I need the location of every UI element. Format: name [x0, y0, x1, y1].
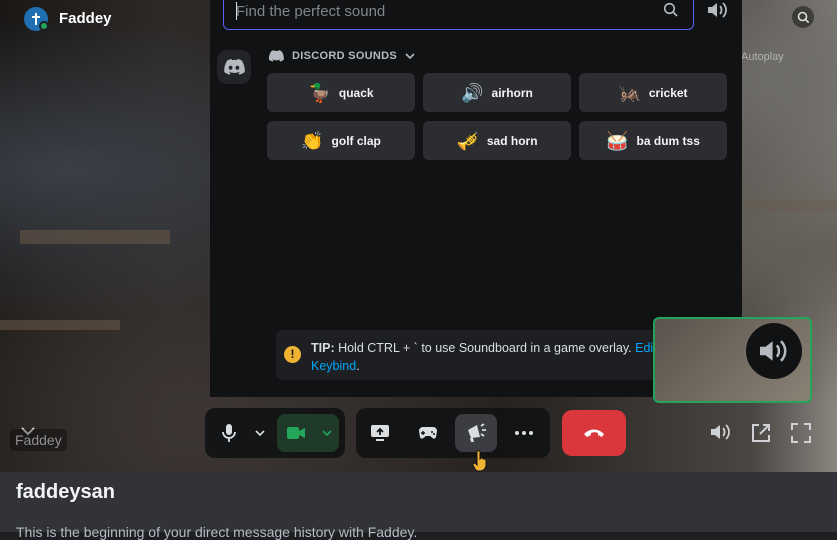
gamepad-icon [419, 427, 437, 439]
microphone-icon [222, 424, 236, 442]
speaker-icon [760, 340, 787, 362]
fullscreen-icon[interactable] [790, 422, 812, 444]
activities-button[interactable] [407, 414, 449, 452]
discord-logo-icon [224, 59, 245, 75]
tip-text: TIP: Hold CTRL + ` to use Soundboard in … [311, 339, 691, 375]
speaker-icon: 🔊 [461, 82, 484, 103]
sound-search-box[interactable] [223, 0, 694, 30]
rail-discord-sounds[interactable] [217, 50, 251, 84]
tip-prefix: TIP: [311, 341, 335, 355]
pop-out-icon[interactable] [750, 422, 772, 444]
sound-button-golf-clap[interactable]: 👏 golf clap [267, 121, 415, 160]
clapping-hands-icon: 👏 [301, 130, 324, 151]
chevron-down-icon [322, 430, 332, 437]
cricket-icon: 🦗 [618, 82, 641, 103]
sound-button-cricket[interactable]: 🦗 cricket [579, 73, 727, 112]
dm-username: faddeysan [16, 481, 115, 503]
speaker-icon[interactable] [706, 0, 730, 20]
activity-controls [356, 408, 550, 458]
audio-video-controls [205, 408, 345, 458]
bg-shelf [20, 230, 170, 244]
participant-tile[interactable] [653, 317, 812, 403]
search-icon[interactable] [792, 6, 814, 28]
microphone-button[interactable] [209, 414, 249, 452]
soundboard-rail [210, 40, 258, 397]
sound-button-ba-dum-tss[interactable]: 🥁 ba dum tss [579, 121, 727, 160]
sound-button-quack[interactable]: 🦆 quack [267, 73, 415, 112]
duck-icon: 🦆 [308, 82, 331, 103]
chevron-down-icon [255, 430, 265, 437]
hand-cursor-icon [472, 450, 487, 472]
warning-icon: ! [284, 346, 301, 363]
section-title: DISCORD SOUNDS [292, 50, 398, 62]
sound-button-airhorn[interactable]: 🔊 airhorn [423, 73, 571, 112]
dm-intro: This is the beginning of your direct mes… [16, 524, 418, 540]
screen-share-icon [371, 425, 389, 441]
drum-icon: 🥁 [606, 130, 629, 151]
sound-label: sad horn [486, 133, 538, 148]
tip-body: Hold CTRL + ` to use Soundboard in a gam… [334, 341, 636, 355]
discord-sounds-header[interactable]: DISCORD SOUNDS [268, 50, 415, 62]
camera-options-button[interactable] [315, 414, 339, 452]
trumpet-icon: 🎺 [456, 130, 479, 151]
speaker-icon[interactable] [709, 422, 733, 442]
sound-search-input[interactable] [236, 3, 656, 20]
speaking-avatar [746, 323, 802, 379]
soundboard-icon [468, 423, 486, 442]
chevron-down-icon [405, 53, 415, 60]
discord-logo-icon [268, 50, 284, 62]
disconnect-button[interactable] [562, 410, 626, 456]
bg-shelf [0, 320, 120, 330]
share-screen-button[interactable] [359, 414, 401, 452]
soundboard-button[interactable] [455, 414, 497, 452]
more-options-button[interactable] [503, 414, 545, 452]
channel-name: Faddey [59, 10, 112, 27]
sound-label: golf clap [331, 133, 381, 148]
sound-label: ba dum tss [636, 133, 700, 148]
tip-suffix: . [356, 359, 360, 373]
microphone-options-button[interactable] [249, 414, 271, 452]
user-name-tag: Faddey [10, 429, 67, 451]
video-camera-icon [287, 427, 305, 439]
sound-label: airhorn [491, 85, 533, 100]
sound-label: quack [338, 85, 374, 100]
bg-shelf [745, 200, 837, 212]
sound-button-sad-horn[interactable]: 🎺 sad horn [423, 121, 571, 160]
camera-button[interactable] [277, 414, 315, 452]
online-status-dot [39, 21, 49, 31]
dm-header: faddeysan This is the beginning of your … [0, 472, 837, 540]
sound-label: cricket [648, 85, 688, 100]
hang-up-icon [584, 429, 604, 437]
search-icon [663, 2, 678, 17]
more-icon [515, 431, 533, 435]
autoplay-hint: Autoplay [741, 51, 784, 63]
